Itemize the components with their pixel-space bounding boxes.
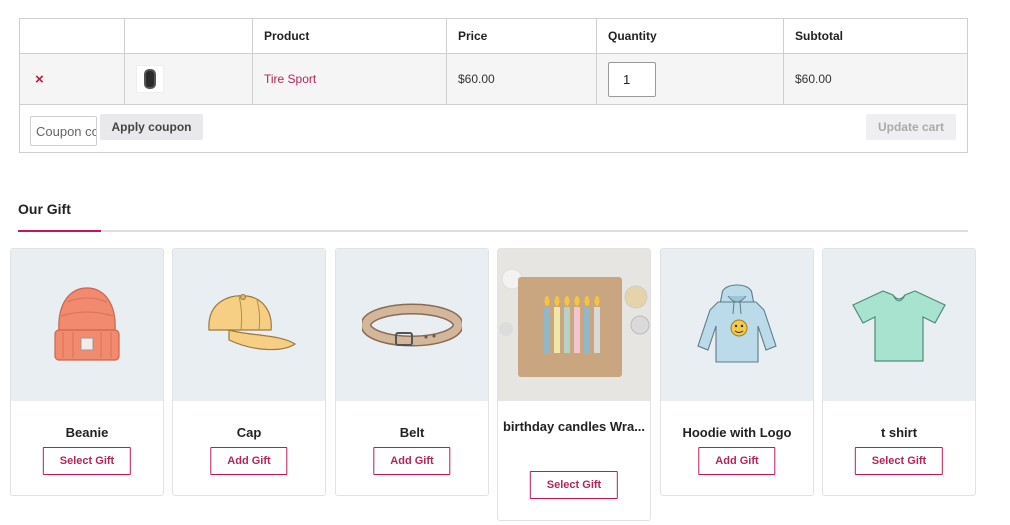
coupon-input[interactable]: Coupon code (30, 116, 97, 146)
product-link[interactable]: Tire Sport (264, 72, 316, 86)
remove-item-icon[interactable]: × (35, 72, 44, 87)
gift-card-hoodie: Hoodie with Logo Add Gift (660, 248, 814, 496)
select-gift-button[interactable]: Select Gift (854, 447, 944, 475)
gift-card-beanie: Beanie Select Gift (10, 248, 164, 496)
select-gift-button[interactable]: Select Gift (529, 471, 619, 499)
coupon-placeholder: Coupon code (36, 123, 96, 139)
header-quantity: Quantity (597, 19, 784, 53)
select-gift-button[interactable]: Select Gift (42, 447, 132, 475)
header-product: Product (253, 19, 447, 53)
gift-divider (18, 230, 968, 232)
subtotal-cell: $60.00 (795, 72, 832, 86)
header-subtotal: Subtotal (795, 29, 843, 43)
gift-image[interactable] (173, 249, 325, 401)
gift-section-title: Our Gift (18, 201, 71, 217)
product-thumbnail[interactable] (136, 65, 164, 93)
remove-cell: × (20, 54, 125, 104)
gift-image[interactable] (336, 249, 488, 401)
apply-coupon-button[interactable]: Apply coupon (100, 114, 203, 140)
quantity-input[interactable]: 1 (608, 61, 656, 97)
header-price: Price (447, 19, 597, 53)
gift-name: Belt (399, 425, 425, 440)
cap-icon (208, 294, 297, 351)
beanie-icon (54, 287, 120, 361)
gift-card-tshirt: t shirt Select Gift (822, 248, 976, 496)
add-gift-button[interactable]: Add Gift (210, 447, 288, 475)
gift-box-candles-icon (498, 249, 650, 401)
gift-name: birthday candles Wra... (502, 419, 646, 434)
add-gift-button[interactable]: Add Gift (698, 447, 776, 475)
tire-icon (144, 69, 156, 89)
gift-image[interactable] (11, 249, 163, 401)
hoodie-icon (697, 284, 777, 363)
add-gift-button[interactable]: Add Gift (373, 447, 451, 475)
tshirt-icon (852, 290, 946, 362)
gift-card-cap: Cap Add Gift (172, 248, 326, 496)
gift-image[interactable] (823, 249, 975, 401)
cart-table: Product Price Quantity Subtotal × Tire S… (19, 18, 968, 153)
gift-image[interactable] (498, 249, 650, 401)
cart-header-row: Product Price Quantity Subtotal (20, 19, 967, 54)
cart-actions: Coupon code Apply coupon Update cart (20, 105, 967, 152)
belt-icon (362, 303, 462, 347)
gift-name: t shirt (880, 425, 918, 440)
gift-name: Cap (236, 425, 262, 440)
thumbnail-cell (125, 54, 253, 104)
gift-name: Hoodie with Logo (682, 425, 792, 440)
price-cell: $60.00 (447, 54, 597, 104)
product-cell: Tire Sport (253, 54, 447, 104)
header-thumbnail (125, 19, 253, 53)
header-remove (20, 19, 125, 53)
quantity-cell: 1 (597, 54, 784, 104)
update-cart-button[interactable]: Update cart (866, 114, 956, 140)
gift-divider-accent (18, 230, 101, 232)
cart-item-row: × Tire Sport $60.00 1 $60.00 (20, 54, 967, 105)
gift-card-belt: Belt Add Gift (335, 248, 489, 496)
gift-name: Beanie (65, 425, 109, 440)
gift-image[interactable] (661, 249, 813, 401)
gift-card-birthday-candles: birthday candles Wra... Select Gift (497, 248, 651, 521)
